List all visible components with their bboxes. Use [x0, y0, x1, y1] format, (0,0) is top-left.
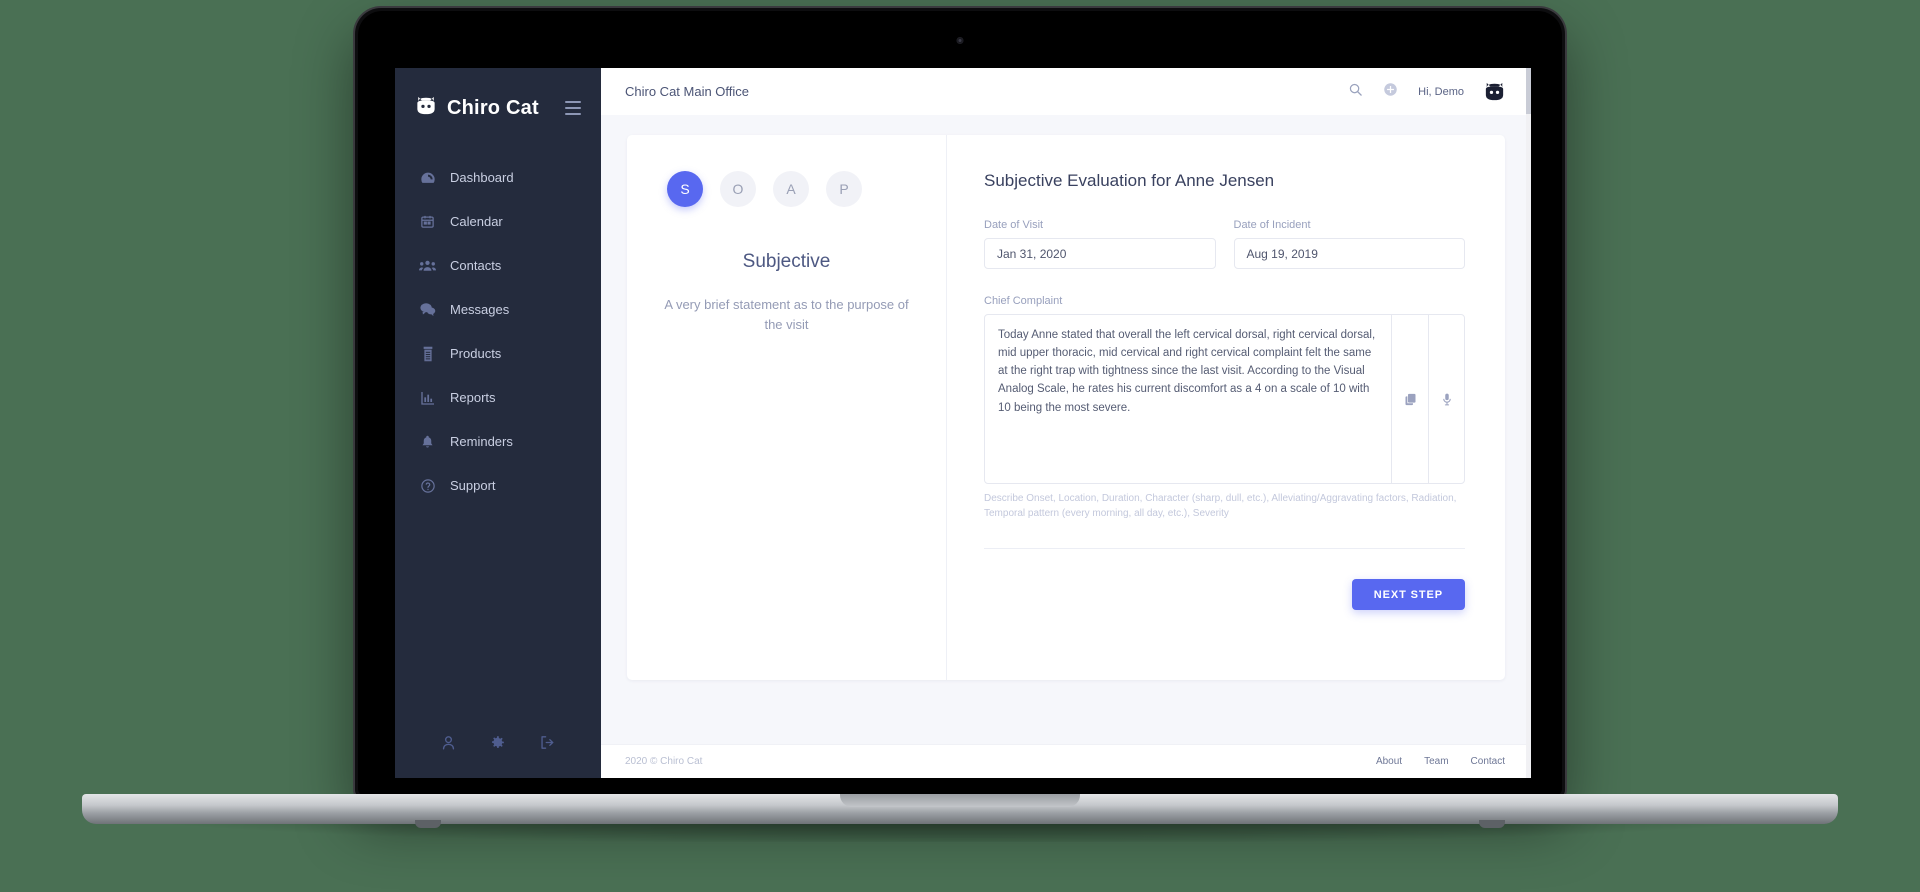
brand[interactable]: Chiro Cat — [395, 68, 601, 126]
laptop-foot-right — [1479, 820, 1505, 828]
sidebar-item-reminders[interactable]: Reminders — [395, 424, 601, 459]
date-of-incident-field: Date of Incident Aug 19, 2019 — [1233, 219, 1465, 269]
laptop-lid: MacBook Pro — [355, 8, 1565, 798]
products-icon — [419, 345, 436, 362]
next-step-button[interactable]: NEXT STEP — [1351, 579, 1465, 610]
page-scrollbar[interactable] — [1526, 68, 1531, 778]
step-description: A very brief statement as to the purpose… — [664, 297, 909, 333]
step-panel: S O A P Subjective A very brief statemen… — [627, 135, 947, 680]
sidebar-item-label: Calendar — [450, 214, 503, 229]
laptop-foot-left — [415, 820, 441, 828]
content-area: S O A P Subjective A very brief statemen… — [601, 115, 1531, 744]
cat-logo-icon — [415, 96, 437, 120]
sidebar-item-label: Reminders — [450, 434, 513, 449]
sidebar-item-support[interactable]: Support — [395, 468, 601, 503]
dashboard-icon — [419, 169, 436, 186]
chief-complaint-helper: Describe Onset, Location, Duration, Char… — [984, 493, 1457, 519]
sidebar-item-label: Support — [450, 478, 496, 493]
macbook-mockup: MacBook Pro — [82, 8, 1838, 842]
sidebar-item-label: Reports — [450, 390, 496, 405]
date-of-visit-label: Date of Visit — [984, 219, 1044, 231]
sidebar-bottom-actions — [395, 734, 601, 778]
sidebar-item-products[interactable]: Products — [395, 336, 601, 371]
messages-icon — [419, 301, 436, 318]
sidebar-item-messages[interactable]: Messages — [395, 292, 601, 327]
chief-complaint-field: Chief Complaint Today Anne stated that o… — [984, 295, 1465, 521]
sidebar-item-label: Products — [450, 346, 502, 361]
step-assessment[interactable]: A — [773, 171, 809, 207]
soap-card: S O A P Subjective A very brief statemen… — [627, 135, 1505, 680]
date-of-incident-input[interactable]: Aug 19, 2019 — [1233, 238, 1465, 269]
step-title: Subjective — [742, 251, 831, 272]
footer: 2020 © Chiro Cat About Team Contact — [601, 744, 1531, 778]
office-title: Chiro Cat Main Office — [625, 84, 750, 99]
contacts-icon — [419, 257, 436, 274]
hamburger-menu-icon[interactable] — [565, 101, 581, 115]
footer-link-contact[interactable]: Contact — [1471, 756, 1505, 767]
greeting-label: Hi, Demo — [1418, 85, 1464, 98]
sidebar-item-label: Messages — [450, 302, 510, 317]
sidebar: Chiro Cat Dashboard Calendar Contacts Me… — [395, 68, 601, 778]
sidebar-item-contacts[interactable]: Contacts — [395, 248, 601, 283]
footer-links: About Team Contact — [1376, 756, 1505, 767]
laptop-bezel: MacBook Pro — [358, 11, 1562, 795]
scrollbar-thumb[interactable] — [1526, 68, 1531, 114]
chief-complaint-wrap: Today Anne stated that overall the left … — [984, 314, 1465, 484]
footer-link-team[interactable]: Team — [1424, 756, 1448, 767]
dates-row: Date of Visit Jan 31, 2020 Date of Incid… — [984, 219, 1465, 269]
brand-name: Chiro Cat — [447, 96, 539, 119]
sidebar-item-label: Dashboard — [450, 170, 514, 185]
sidebar-item-reports[interactable]: Reports — [395, 380, 601, 415]
form-actions: NEXT STEP — [984, 579, 1465, 610]
step-plan[interactable]: P — [826, 171, 862, 207]
bell-icon — [419, 433, 436, 450]
screenshot-stage: MacBook Pro — [0, 0, 1920, 892]
form-panel: Subjective Evaluation for Anne Jensen Da… — [947, 135, 1505, 680]
gear-icon[interactable] — [489, 734, 506, 756]
logout-icon[interactable] — [538, 734, 556, 756]
plus-circle-icon[interactable] — [1383, 82, 1398, 102]
copy-icon[interactable] — [1392, 315, 1428, 483]
webcam-icon — [956, 37, 964, 44]
topbar: Chiro Cat Main Office Hi, Demo — [601, 68, 1531, 115]
form-divider — [984, 548, 1465, 549]
laptop-base — [82, 794, 1838, 824]
sidebar-nav: Dashboard Calendar Contacts Messages Pro… — [395, 160, 601, 503]
reports-icon — [419, 389, 436, 406]
chief-complaint-label: Chief Complaint — [984, 295, 1063, 307]
chief-complaint-textarea[interactable]: Today Anne stated that overall the left … — [985, 315, 1392, 483]
date-of-incident-label: Date of Incident — [1233, 219, 1311, 231]
footer-link-about[interactable]: About — [1376, 756, 1402, 767]
calendar-icon — [419, 213, 436, 230]
user-icon[interactable] — [440, 734, 457, 756]
sidebar-item-dashboard[interactable]: Dashboard — [395, 160, 601, 195]
page-title: Subjective Evaluation for Anne Jensen — [984, 171, 1275, 190]
help-circle-icon — [419, 477, 436, 494]
sidebar-item-calendar[interactable]: Calendar — [395, 204, 601, 239]
topbar-actions: Hi, Demo — [1348, 81, 1505, 102]
main-area: Chiro Cat Main Office Hi, Demo S O A P S… — [601, 68, 1531, 778]
date-of-visit-field: Date of Visit Jan 31, 2020 — [984, 219, 1216, 269]
date-of-visit-input[interactable]: Jan 31, 2020 — [984, 238, 1216, 269]
cat-avatar-icon[interactable] — [1484, 81, 1505, 102]
step-objective[interactable]: O — [720, 171, 756, 207]
laptop-screen: Chiro Cat Dashboard Calendar Contacts Me… — [395, 68, 1531, 778]
microphone-icon[interactable] — [1428, 315, 1464, 483]
search-icon[interactable] — [1348, 82, 1363, 102]
copyright-text: 2020 © Chiro Cat — [625, 756, 703, 767]
app-window: Chiro Cat Dashboard Calendar Contacts Me… — [395, 68, 1531, 778]
sidebar-item-label: Contacts — [450, 258, 502, 273]
soap-steps: S O A P — [657, 171, 916, 207]
step-subjective[interactable]: S — [667, 171, 703, 207]
